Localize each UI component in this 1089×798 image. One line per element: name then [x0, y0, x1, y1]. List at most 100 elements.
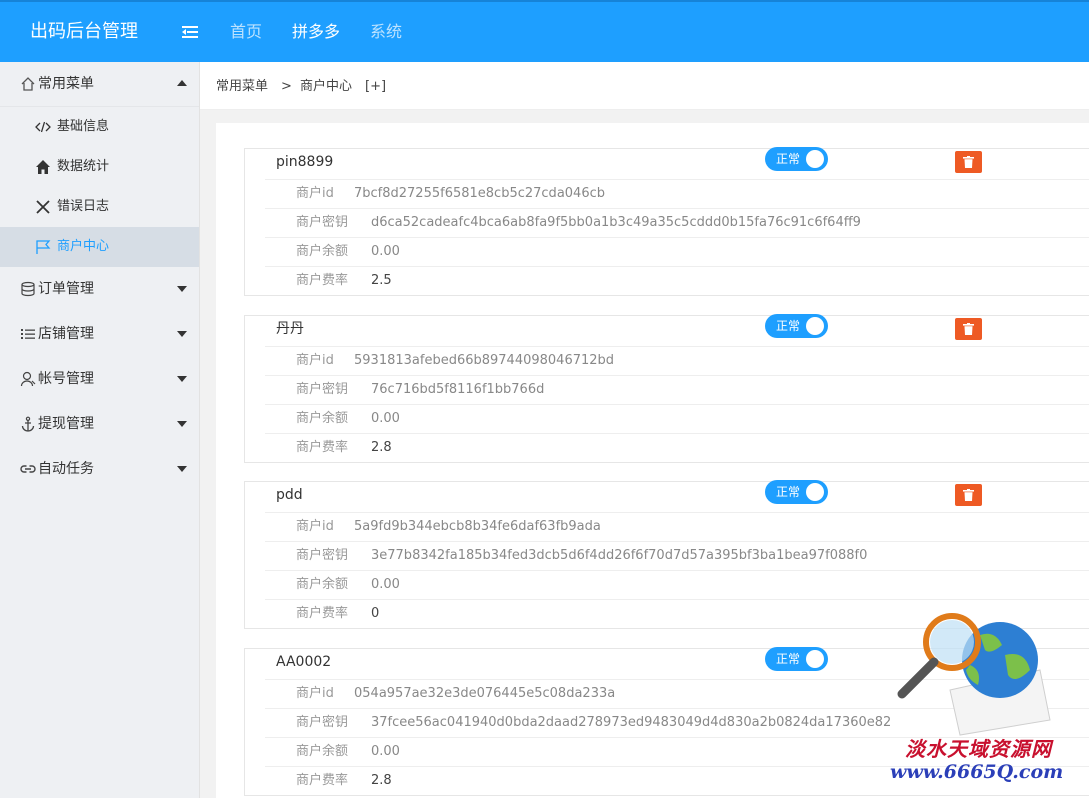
- sidebar-group-label: 提现管理: [38, 416, 94, 432]
- merchant-name: AA0002: [276, 654, 332, 670]
- merchant-id-value: 7bcf8d27255f6581e8cb5c27cda046cb: [354, 186, 605, 201]
- sidebar-group-stores[interactable]: 店铺管理: [0, 312, 199, 357]
- chevron-down-icon: [177, 331, 187, 337]
- breadcrumb-root[interactable]: 常用菜单: [216, 62, 268, 112]
- merchant-name: pin8899: [276, 154, 334, 170]
- sidebar-item-statistics[interactable]: 数据统计: [0, 147, 199, 187]
- status-label: 正常: [776, 652, 801, 666]
- merchant-rate-value: 2.5: [371, 273, 392, 288]
- sidebar-group-label: 店铺管理: [38, 326, 94, 342]
- merchant-name: pdd: [276, 487, 303, 503]
- home-icon: [21, 77, 35, 91]
- merchant-id-row: 商户id 5a9fd9b344ebcb8b34fe6daf63fb9ada: [265, 512, 1089, 541]
- delete-button[interactable]: [955, 484, 982, 506]
- sidebar-group-label: 帐号管理: [38, 371, 94, 387]
- breadcrumb-current: 商户中心: [300, 79, 353, 94]
- delete-button[interactable]: [955, 151, 982, 173]
- field-label: 商户余额: [296, 744, 349, 759]
- field-label: 商户余额: [296, 577, 349, 592]
- status-toggle[interactable]: 正常: [765, 147, 828, 171]
- breadcrumb-separator: >: [281, 79, 292, 94]
- merchant-balance-value: 0.00: [371, 244, 400, 259]
- app-title: 出码后台管理: [30, 21, 138, 42]
- sidebar-group-accounts[interactable]: 帐号管理: [0, 357, 199, 402]
- merchant-card: pin8899 正常 商户id 7bcf8d27255f6581e8cb5c27c…: [244, 147, 1089, 296]
- sidebar-group-withdraw[interactable]: 提现管理: [0, 402, 199, 447]
- status-label: 正常: [776, 152, 801, 166]
- merchant-card: 丹丹 正常 商户id 5931813afebed66b89744098046712…: [244, 314, 1089, 463]
- chevron-up-icon: [177, 80, 187, 86]
- sidebar-group-label: 常用菜单: [38, 76, 94, 92]
- field-label: 商户id: [296, 686, 334, 701]
- status-toggle[interactable]: 正常: [765, 314, 828, 338]
- breadcrumb: 常用菜单 > 商户中心 [+]: [200, 62, 1089, 110]
- database-icon: [21, 281, 35, 297]
- chevron-down-icon: [177, 286, 187, 292]
- top-nav: 首页 拼多多 系统: [230, 2, 402, 62]
- sidebar-item-label: 商户中心: [57, 239, 110, 254]
- toggle-knob: [806, 483, 824, 501]
- merchant-id-value: 5a9fd9b344ebcb8b34fe6daf63fb9ada: [354, 519, 601, 534]
- sidebar: 常用菜单 基础信息 数据统计 错误日志 商户中心 订单管理 店铺管理 帐号管理 …: [0, 62, 200, 798]
- nav-home[interactable]: 首页: [230, 2, 262, 62]
- toggle-knob: [806, 150, 824, 168]
- watermark-text: 淡水天域资源网: [905, 737, 1052, 761]
- merchant-rate-value: 0: [371, 606, 380, 621]
- field-label: 商户余额: [296, 244, 349, 259]
- field-label: 商户密钥: [296, 215, 349, 230]
- merchant-key-row: 商户密钥 3e77b8342fa185b34fed3dcb5d6f4dd26f6f…: [265, 541, 1089, 570]
- chevron-down-icon: [177, 376, 187, 382]
- chevron-down-icon: [177, 421, 187, 427]
- sidebar-item-error-log[interactable]: 错误日志: [0, 187, 199, 227]
- merchant-card: pdd 正常 商户id 5a9fd9b344ebcb8b34fe6daf63fb9…: [244, 480, 1089, 629]
- trash-icon: [963, 489, 974, 501]
- list-icon: [21, 329, 35, 339]
- field-label: 商户id: [296, 519, 334, 534]
- status-toggle[interactable]: 正常: [765, 647, 828, 671]
- merchant-balance-value: 0.00: [371, 744, 400, 759]
- merchant-key-row: 商户密钥 76c716bd5f8116f1bb766d: [265, 375, 1089, 404]
- sidebar-item-label: 错误日志: [57, 199, 110, 214]
- menu-toggle-icon[interactable]: [180, 22, 200, 42]
- merchant-key-value: 76c716bd5f8116f1bb766d: [371, 382, 545, 397]
- field-label: 商户密钥: [296, 715, 349, 730]
- merchant-rate-value: 2.8: [371, 773, 392, 788]
- watermark-url: www.6665Q.com: [890, 761, 1064, 783]
- link-icon: [20, 465, 36, 473]
- field-label: 商户密钥: [296, 548, 349, 563]
- sidebar-item-label: 数据统计: [57, 159, 110, 174]
- breadcrumb-expand[interactable]: [+]: [365, 62, 386, 112]
- sidebar-item-merchant-center[interactable]: 商户中心: [0, 227, 199, 267]
- chevron-down-icon: [177, 466, 187, 472]
- merchant-balance-row: 商户余额 0.00: [265, 570, 1089, 599]
- field-label: 商户密钥: [296, 382, 349, 397]
- merchant-key-value: d6ca52cadeafc4bca6ab8fa9f5bb0a1b3c49a35c…: [371, 215, 861, 230]
- delete-button[interactable]: [955, 318, 982, 340]
- merchant-balance-row: 商户余额 0.00: [265, 237, 1089, 266]
- status-label: 正常: [776, 319, 801, 333]
- toggle-knob: [806, 317, 824, 335]
- nav-pinduoduo[interactable]: 拼多多: [292, 2, 340, 62]
- merchant-key-value: 3e77b8342fa185b34fed3dcb5d6f4dd26f6f70d7…: [371, 548, 868, 563]
- sidebar-group-label: 自动任务: [38, 461, 94, 477]
- sidebar-group-auto-tasks[interactable]: 自动任务: [0, 447, 199, 492]
- merchant-id-value: 5931813afebed66b89744098046712bd: [354, 353, 615, 368]
- anchor-icon: [21, 416, 35, 432]
- merchant-id-value: 054a957ae32e3de076445e5c08da233a: [354, 686, 616, 701]
- merchant-name: 丹丹: [276, 321, 304, 337]
- merchant-key-value: 37fcee56ac041940d0bda2daad278973ed948304…: [371, 715, 892, 730]
- merchant-balance-row: 商户余额 0.00: [265, 404, 1089, 433]
- user-icon: [20, 371, 36, 387]
- status-toggle[interactable]: 正常: [765, 480, 828, 504]
- sidebar-item-label: 基础信息: [57, 119, 110, 134]
- merchant-balance-value: 0.00: [371, 577, 400, 592]
- sidebar-group-common[interactable]: 常用菜单: [0, 62, 199, 107]
- merchant-key-row: 商户密钥 d6ca52cadeafc4bca6ab8fa9f5bb0a1b3c49…: [265, 208, 1089, 237]
- field-label: 商户余额: [296, 411, 349, 426]
- sidebar-group-orders[interactable]: 订单管理: [0, 267, 199, 312]
- home-icon: [36, 160, 50, 174]
- sidebar-item-basic-info[interactable]: 基础信息: [0, 107, 199, 147]
- status-label: 正常: [776, 485, 801, 499]
- field-label: 商户费率: [296, 440, 349, 455]
- nav-system[interactable]: 系统: [370, 2, 402, 62]
